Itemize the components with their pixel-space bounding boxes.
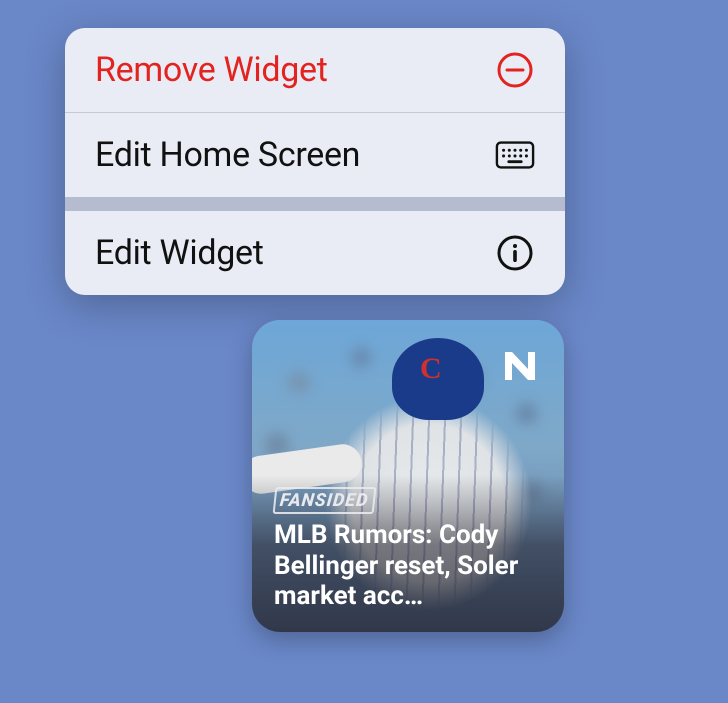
edit-widget-item[interactable]: Edit Widget bbox=[65, 211, 565, 295]
widget-context-menu: Remove Widget Edit Home Screen bbox=[65, 28, 565, 295]
info-circle-icon bbox=[495, 233, 535, 273]
widget-text-overlay: FANSIDED MLB Rumors: Cody Bellinger rese… bbox=[252, 475, 564, 632]
remove-widget-item[interactable]: Remove Widget bbox=[65, 28, 565, 112]
menu-section-bottom: Edit Widget bbox=[65, 211, 565, 295]
news-widget[interactable]: FANSIDED MLB Rumors: Cody Bellinger rese… bbox=[252, 320, 564, 632]
menu-item-label: Edit Home Screen bbox=[95, 135, 360, 175]
menu-item-label: Edit Widget bbox=[95, 233, 264, 273]
menu-section-separator bbox=[65, 197, 565, 211]
keyboard-icon bbox=[495, 135, 535, 175]
edit-home-screen-item[interactable]: Edit Home Screen bbox=[65, 113, 565, 197]
news-source: FANSIDED bbox=[273, 487, 376, 514]
news-headline: MLB Rumors: Cody Bellinger reset, Soler … bbox=[274, 520, 542, 612]
minus-circle-icon bbox=[495, 50, 535, 90]
menu-item-label: Remove Widget bbox=[95, 50, 328, 90]
news-app-icon bbox=[502, 348, 538, 384]
menu-section-top: Remove Widget Edit Home Screen bbox=[65, 28, 565, 197]
